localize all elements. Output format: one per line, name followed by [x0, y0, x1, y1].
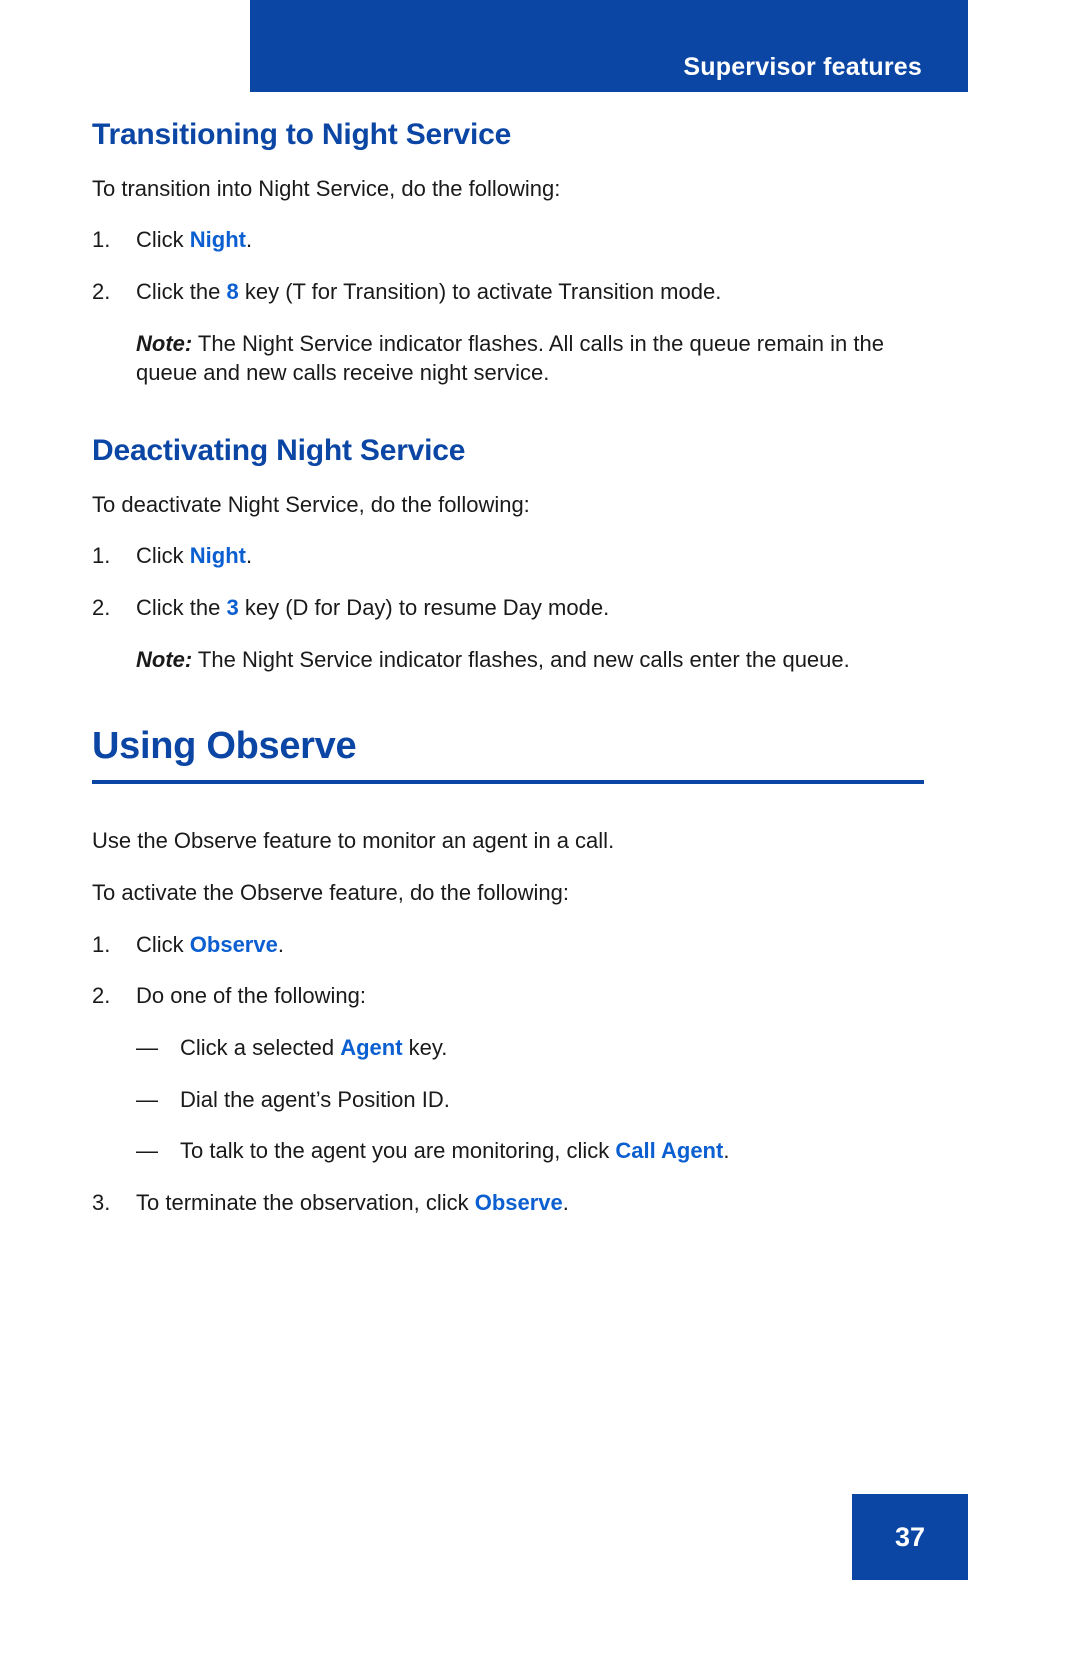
step-text-pre: Click — [136, 227, 190, 253]
sub-key-agent: Agent — [340, 1034, 403, 1060]
page-number: 37 — [894, 1521, 926, 1552]
major-heading-using-observe: Using Observe — [92, 725, 357, 768]
list-text: Click the 8 key (T for Transition) to ac… — [136, 277, 932, 307]
step-text-pre: Click — [136, 931, 190, 957]
list-item: — Click a selected Agent key. — [136, 1033, 932, 1063]
step-text-post: . — [562, 1189, 569, 1215]
step-key-observe: Observe — [189, 931, 278, 957]
list-item: 1. Click Observe. — [92, 930, 932, 960]
major-section-header: Using Observe — [92, 725, 932, 785]
list-marker: 1. — [92, 931, 111, 957]
sub-text-pre: To talk to the agent you are monitoring,… — [180, 1138, 616, 1164]
list-text: Dial the agent’s Position ID. — [180, 1085, 932, 1115]
step-key-night: Night — [189, 543, 246, 569]
list-marker: 3. — [92, 1189, 111, 1215]
sub-text-pre: Dial the agent’s Position ID. — [180, 1086, 450, 1112]
em-dash-bullet-icon: — — [136, 1034, 158, 1060]
sub-text-post: . — [723, 1138, 730, 1164]
step-text-pre: Click the — [136, 595, 227, 620]
list-marker: 2. — [92, 278, 111, 304]
observe-intro-1: Use the Observe feature to monitor an ag… — [92, 828, 615, 854]
list-item: — Dial the agent’s Position ID. — [136, 1085, 932, 1115]
page-header-band: Supervisor features — [250, 0, 968, 92]
list-text: Click Night. — [136, 225, 932, 255]
note-block: Note: The Night Service indicator flashe… — [136, 645, 932, 675]
section-heading-deactivating: Deactivating Night Service — [92, 434, 466, 468]
step-key-night: Night — [189, 227, 246, 253]
note-label: Note: — [136, 330, 193, 356]
observe-intro-2: To activate the Observe feature, do the … — [92, 879, 569, 905]
step-text-post: key (D for Day) to resume Day mode. — [238, 595, 610, 620]
note-block: Note: The Night Service indicator flashe… — [136, 329, 932, 388]
list-text: Click Night. — [136, 541, 932, 571]
em-dash-bullet-icon: — — [136, 1138, 158, 1164]
sub-text-post: key. — [402, 1034, 448, 1060]
list-item: 1. Click Night. — [92, 225, 932, 255]
section-intro-transitioning: To transition into Night Service, do the… — [92, 175, 561, 201]
em-dash-bullet-icon: — — [136, 1086, 158, 1112]
list-item: 2. Click the 3 key (D for Day) to resume… — [92, 593, 932, 623]
note-text: The Night Service indicator flashes. All… — [136, 330, 884, 386]
list-text: To terminate the observation, click Obse… — [136, 1188, 932, 1218]
sub-key-call-agent: Call Agent — [615, 1138, 724, 1164]
list-text: Click a selected Agent key. — [180, 1033, 932, 1063]
heading-divider-rule — [92, 780, 924, 785]
step-text-pre: To terminate the observation, click — [136, 1189, 475, 1215]
list-text: Do one of the following: — [136, 981, 932, 1011]
list-item: — To talk to the agent you are monitorin… — [136, 1136, 932, 1166]
page-header-title: Supervisor features — [683, 53, 922, 81]
note-label: Note: — [136, 646, 193, 672]
list-marker: 2. — [92, 983, 111, 1009]
list-marker: 2. — [92, 595, 111, 620]
step-key-observe: Observe — [474, 1189, 563, 1215]
step-text-post: . — [277, 931, 284, 957]
list-text: To talk to the agent you are monitoring,… — [180, 1136, 932, 1166]
list-item: 3. To terminate the observation, click O… — [92, 1188, 932, 1218]
step-text-pre: Click the — [136, 278, 227, 304]
note-text: The Night Service indicator flashes, and… — [192, 646, 850, 672]
page-number-box: 37 — [852, 1494, 968, 1580]
step-text-pre: Click — [136, 543, 190, 569]
step-text-post: key (T for Transition) to activate Trans… — [238, 278, 722, 304]
step-text-post: . — [245, 227, 253, 253]
step-text-post: . — [245, 543, 253, 569]
section-heading-transitioning: Transitioning to Night Service — [92, 118, 512, 151]
list-item: 2. Do one of the following: — [92, 981, 932, 1011]
list-text: Click Observe. — [136, 930, 932, 960]
list-item: 1. Click Night. — [92, 541, 932, 571]
sub-text-pre: Click a selected — [180, 1034, 341, 1060]
page-content: Transitioning to Night Service To transi… — [92, 118, 932, 1240]
step-key-3: 3 — [226, 595, 239, 620]
step-key-8: 8 — [226, 278, 239, 304]
list-item: 2. Click the 8 key (T for Transition) to… — [92, 277, 932, 307]
list-marker: 1. — [92, 227, 111, 253]
list-text: Click the 3 key (D for Day) to resume Da… — [136, 593, 932, 623]
list-marker: 1. — [92, 543, 111, 569]
step-text-pre: Do one of the following: — [136, 983, 366, 1009]
section-intro-deactivating: To deactivate Night Service, do the foll… — [92, 491, 530, 517]
